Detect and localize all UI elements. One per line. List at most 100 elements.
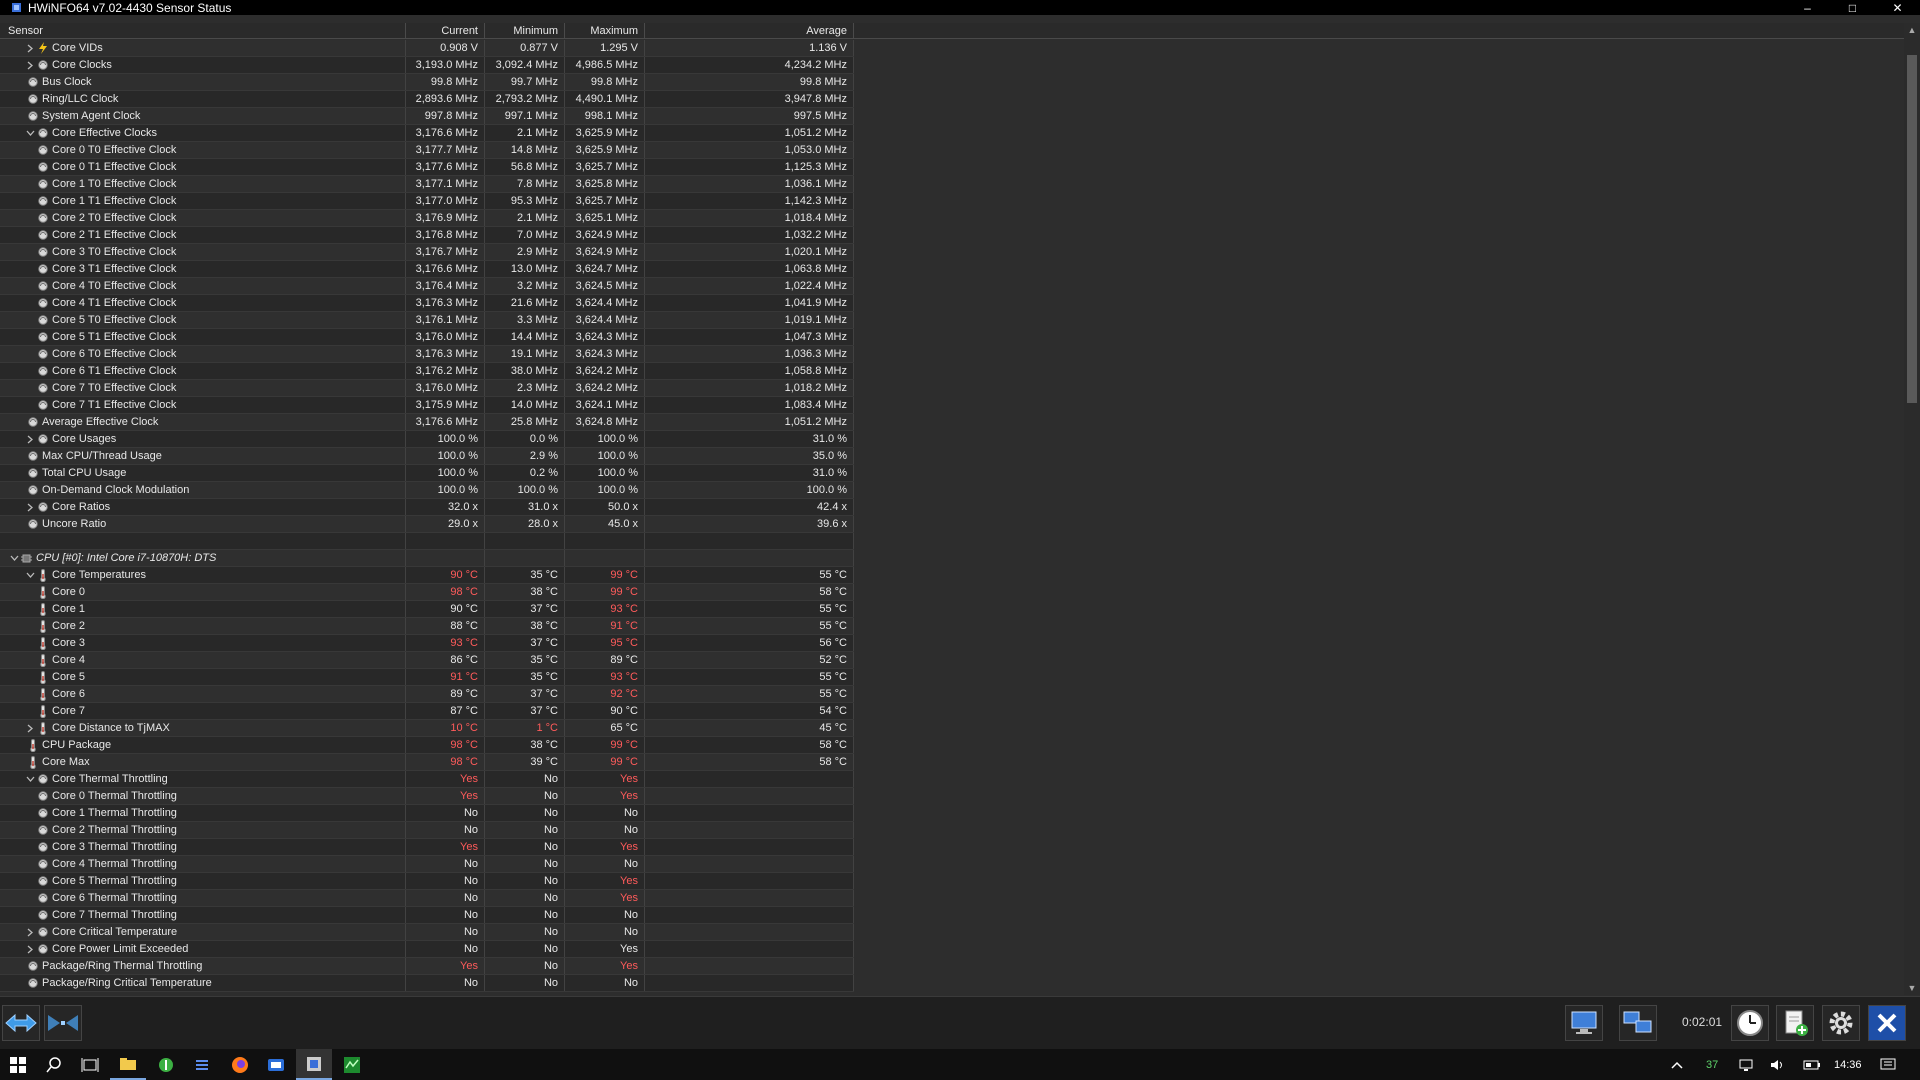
sensor-row[interactable]: Core 7 87 °C 37 °C 90 °C 54 °C bbox=[0, 703, 854, 720]
collapse-chevron-icon[interactable] bbox=[24, 771, 36, 787]
sensor-row[interactable]: Core Temperatures 90 °C 35 °C 99 °C 55 °C bbox=[0, 567, 854, 584]
close-button[interactable]: ✕ bbox=[1875, 0, 1920, 15]
minimize-button[interactable]: – bbox=[1785, 0, 1830, 15]
vertical-scrollbar[interactable]: ▲ ▼ bbox=[1904, 23, 1920, 995]
sensor-row[interactable]: Core 5 Thermal Throttling No No Yes bbox=[0, 873, 854, 890]
sensor-row[interactable]: Core 6 T1 Effective Clock 3,176.2 MHz 38.0… bbox=[0, 363, 854, 380]
sensor-row[interactable]: Core 5 T1 Effective Clock 3,176.0 MHz 14.4… bbox=[0, 329, 854, 346]
sensor-row[interactable]: Core 5 91 °C 35 °C 93 °C 55 °C bbox=[0, 669, 854, 686]
sensor-row[interactable]: Core 2 T1 Effective Clock 3,176.8 MHz 7.0 … bbox=[0, 227, 854, 244]
sensor-row[interactable]: Core 6 Thermal Throttling No No Yes bbox=[0, 890, 854, 907]
sensor-row[interactable]: Core 3 Thermal Throttling Yes No Yes bbox=[0, 839, 854, 856]
reports-button[interactable] bbox=[1565, 1005, 1603, 1041]
tray-app-number[interactable]: 37 bbox=[1706, 1049, 1718, 1080]
sensor-row[interactable]: Core Usages 100.0 % 0.0 % 100.0 % 31.0 % bbox=[0, 431, 854, 448]
reset-timer-button[interactable] bbox=[1731, 1005, 1769, 1041]
sensor-row[interactable]: Core 4 Thermal Throttling No No No bbox=[0, 856, 854, 873]
sensor-row[interactable]: Core Ratios 32.0 x 31.0 x 50.0 x 42.4 x bbox=[0, 499, 854, 516]
collapse-all-button[interactable] bbox=[44, 1005, 82, 1041]
sensor-row[interactable]: Bus Clock 99.8 MHz 99.7 MHz 99.8 MHz 99.8 MH… bbox=[0, 74, 854, 91]
sensor-row[interactable] bbox=[0, 533, 854, 550]
taskbar-firefox[interactable] bbox=[222, 1049, 258, 1080]
sensor-row[interactable]: Package/Ring Critical Temperature No No No bbox=[0, 975, 854, 992]
scroll-up-arrow-icon[interactable]: ▲ bbox=[1904, 23, 1920, 37]
expand-chevron-icon[interactable] bbox=[24, 57, 36, 73]
maximize-button[interactable]: □ bbox=[1830, 0, 1875, 15]
taskbar-app-list[interactable] bbox=[184, 1049, 220, 1080]
sensor-row[interactable]: Core 1 90 °C 37 °C 93 °C 55 °C bbox=[0, 601, 854, 618]
task-view-button[interactable] bbox=[72, 1049, 108, 1080]
sensor-row[interactable]: Core 2 88 °C 38 °C 91 °C 55 °C bbox=[0, 618, 854, 635]
sensor-row[interactable]: Core 3 T0 Effective Clock 3,176.7 MHz 2.9 … bbox=[0, 244, 854, 261]
sensor-row[interactable]: Core 1 Thermal Throttling No No No bbox=[0, 805, 854, 822]
sensor-row[interactable]: Core 3 93 °C 37 °C 95 °C 56 °C bbox=[0, 635, 854, 652]
expand-chevron-icon[interactable] bbox=[24, 720, 36, 736]
expand-chevron-icon[interactable] bbox=[24, 924, 36, 940]
sensor-row[interactable]: Core 0 T0 Effective Clock 3,177.7 MHz 14.8… bbox=[0, 142, 854, 159]
sensor-row[interactable]: Core 0 Thermal Throttling Yes No Yes bbox=[0, 788, 854, 805]
sensor-row[interactable]: Core 7 T0 Effective Clock 3,176.0 MHz 2.3 … bbox=[0, 380, 854, 397]
sensor-row[interactable]: Total CPU Usage 100.0 % 0.2 % 100.0 % 31.0 % bbox=[0, 465, 854, 482]
search-button[interactable] bbox=[36, 1049, 72, 1080]
sensor-row[interactable]: Core 0 98 °C 38 °C 99 °C 58 °C bbox=[0, 584, 854, 601]
close-sensors-button[interactable] bbox=[1868, 1005, 1906, 1041]
taskbar-app-green[interactable] bbox=[148, 1049, 184, 1080]
sensor-row[interactable]: Core 2 Thermal Throttling No No No bbox=[0, 822, 854, 839]
sensor-row[interactable]: Core Clocks 3,193.0 MHz 3,092.4 MHz 4,986.5… bbox=[0, 57, 854, 74]
sensor-row[interactable]: Core 1 T1 Effective Clock 3,177.0 MHz 95.3… bbox=[0, 193, 854, 210]
start-button[interactable] bbox=[0, 1049, 36, 1080]
logging-button[interactable] bbox=[1776, 1005, 1814, 1041]
sensor-group-header[interactable]: CPU [#0]: Intel Core i7-10870H: DTS bbox=[0, 550, 854, 567]
sensor-row[interactable]: Core 2 T0 Effective Clock 3,176.9 MHz 2.1 … bbox=[0, 210, 854, 227]
tray-network-icon[interactable] bbox=[1738, 1049, 1754, 1080]
collapse-chevron-icon[interactable] bbox=[24, 567, 36, 583]
expand-chevron-icon[interactable] bbox=[24, 499, 36, 515]
sensor-row[interactable]: Core VIDs 0.908 V 0.877 V 1.295 V 1.136 V bbox=[0, 40, 854, 57]
sensor-row[interactable]: Package/Ring Thermal Throttling Yes No Yes bbox=[0, 958, 854, 975]
expand-all-button[interactable] bbox=[2, 1005, 40, 1041]
sensor-row[interactable]: Core 7 T1 Effective Clock 3,175.9 MHz 14.0… bbox=[0, 397, 854, 414]
tray-volume-icon[interactable] bbox=[1769, 1049, 1785, 1080]
sensor-row[interactable]: Core Critical Temperature No No No bbox=[0, 924, 854, 941]
sensor-row[interactable]: Core 0 T1 Effective Clock 3,177.6 MHz 56.8… bbox=[0, 159, 854, 176]
taskbar-hwinfo[interactable] bbox=[296, 1049, 332, 1080]
scrollbar-thumb[interactable] bbox=[1907, 55, 1917, 403]
scroll-down-arrow-icon[interactable]: ▼ bbox=[1904, 981, 1920, 995]
column-header-maximum[interactable]: Maximum bbox=[565, 23, 645, 39]
column-header-average[interactable]: Average bbox=[645, 23, 854, 39]
tray-battery-icon[interactable] bbox=[1803, 1049, 1821, 1080]
sensor-row[interactable]: Core 1 T0 Effective Clock 3,177.1 MHz 7.8 … bbox=[0, 176, 854, 193]
sensor-row[interactable]: Core 4 86 °C 35 °C 89 °C 52 °C bbox=[0, 652, 854, 669]
sensor-row[interactable]: Core 4 T0 Effective Clock 3,176.4 MHz 3.2 … bbox=[0, 278, 854, 295]
sensor-row[interactable]: CPU Package 98 °C 38 °C 99 °C 58 °C bbox=[0, 737, 854, 754]
sensor-row[interactable]: System Agent Clock 997.8 MHz 997.1 MHz 998.… bbox=[0, 108, 854, 125]
expand-chevron-icon[interactable] bbox=[24, 941, 36, 957]
sensor-row[interactable]: Uncore Ratio 29.0 x 28.0 x 45.0 x 39.6 x bbox=[0, 516, 854, 533]
taskbar-file-explorer[interactable] bbox=[110, 1049, 146, 1080]
sensor-row[interactable]: Max CPU/Thread Usage 100.0 % 2.9 % 100.0 % 3… bbox=[0, 448, 854, 465]
sensor-row[interactable]: Core Power Limit Exceeded No No Yes bbox=[0, 941, 854, 958]
sensor-row[interactable]: Core 7 Thermal Throttling No No No bbox=[0, 907, 854, 924]
tray-notifications-icon[interactable] bbox=[1880, 1049, 1896, 1080]
expand-chevron-icon[interactable] bbox=[24, 431, 36, 447]
taskbar-app-blue[interactable] bbox=[258, 1049, 294, 1080]
sensor-row[interactable]: On-Demand Clock Modulation 100.0 % 100.0 %… bbox=[0, 482, 854, 499]
sensor-row[interactable]: Ring/LLC Clock 2,893.6 MHz 2,793.2 MHz 4,49… bbox=[0, 91, 854, 108]
collapse-chevron-icon[interactable] bbox=[24, 125, 36, 141]
tray-clock[interactable]: 14:36 bbox=[1834, 1049, 1862, 1080]
collapse-chevron-icon[interactable] bbox=[8, 550, 20, 566]
sensor-row[interactable]: Core Effective Clocks 3,176.6 MHz 2.1 MHz 3… bbox=[0, 125, 854, 142]
sensor-row[interactable]: Core 6 89 °C 37 °C 92 °C 55 °C bbox=[0, 686, 854, 703]
sensor-row[interactable]: Core 5 T0 Effective Clock 3,176.1 MHz 3.3 … bbox=[0, 312, 854, 329]
expand-chevron-icon[interactable] bbox=[24, 40, 36, 56]
column-header-minimum[interactable]: Minimum bbox=[485, 23, 565, 39]
network-button[interactable] bbox=[1619, 1005, 1657, 1041]
sensor-row[interactable]: Core 6 T0 Effective Clock 3,176.3 MHz 19.1… bbox=[0, 346, 854, 363]
tray-show-hidden-icons[interactable] bbox=[1670, 1049, 1684, 1080]
sensor-row[interactable]: Core Distance to TjMAX 10 °C 1 °C 65 °C 45 °… bbox=[0, 720, 854, 737]
column-header-current[interactable]: Current bbox=[406, 23, 485, 39]
taskbar-app-monitor[interactable] bbox=[334, 1049, 370, 1080]
sensor-row[interactable]: Core Max 98 °C 39 °C 99 °C 58 °C bbox=[0, 754, 854, 771]
sensor-row[interactable]: Core 4 T1 Effective Clock 3,176.3 MHz 21.6… bbox=[0, 295, 854, 312]
sensor-row[interactable]: Average Effective Clock 3,176.6 MHz 25.8 M… bbox=[0, 414, 854, 431]
